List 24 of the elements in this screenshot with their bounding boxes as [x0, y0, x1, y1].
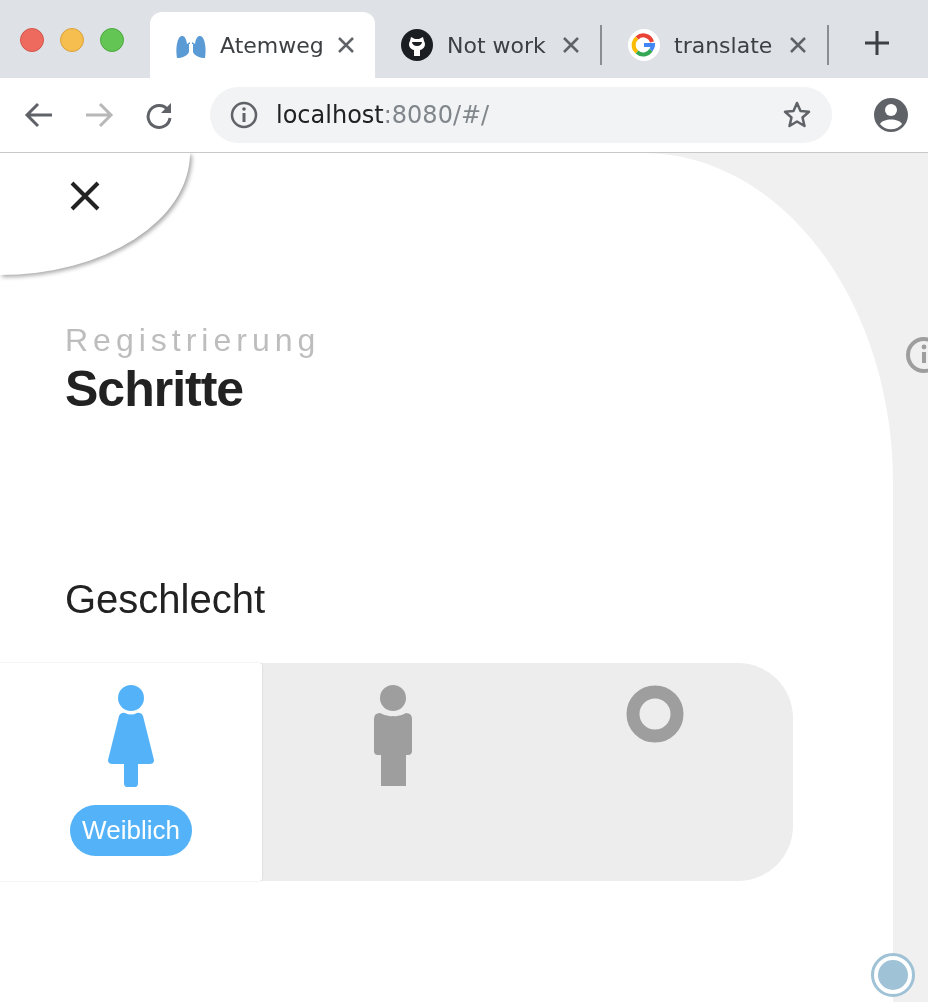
tab-title: Atemweg	[220, 32, 323, 58]
female-figure-icon	[107, 685, 155, 788]
page-title: Schritte	[65, 362, 245, 418]
tab-title: translate	[674, 32, 774, 58]
account-icon[interactable]	[874, 98, 908, 132]
address-bar[interactable]: localhost:8080/#/	[210, 87, 832, 143]
info-icon[interactable]	[230, 101, 258, 129]
field-label: Geschlecht	[65, 577, 267, 622]
browser-tab[interactable]: Atemweg	[150, 12, 375, 78]
eyebrow-text: Registrierung	[65, 323, 322, 359]
ring-icon	[626, 685, 684, 744]
tab-title: Not work	[447, 32, 547, 58]
male-figure-icon	[373, 685, 413, 788]
close-icon[interactable]	[68, 179, 102, 213]
close-window-button[interactable]	[20, 28, 44, 52]
cat-icon	[401, 29, 433, 61]
browser-tab[interactable]: translate	[602, 12, 827, 78]
close-icon[interactable]	[337, 36, 355, 54]
gender-label: Weiblich	[70, 805, 192, 857]
browser-tab[interactable]: Not work	[375, 12, 600, 78]
star-icon[interactable]	[782, 100, 812, 130]
step-dot[interactable]	[871, 953, 915, 997]
google-icon	[628, 29, 660, 61]
url-text: localhost:8080/#/	[276, 101, 491, 129]
